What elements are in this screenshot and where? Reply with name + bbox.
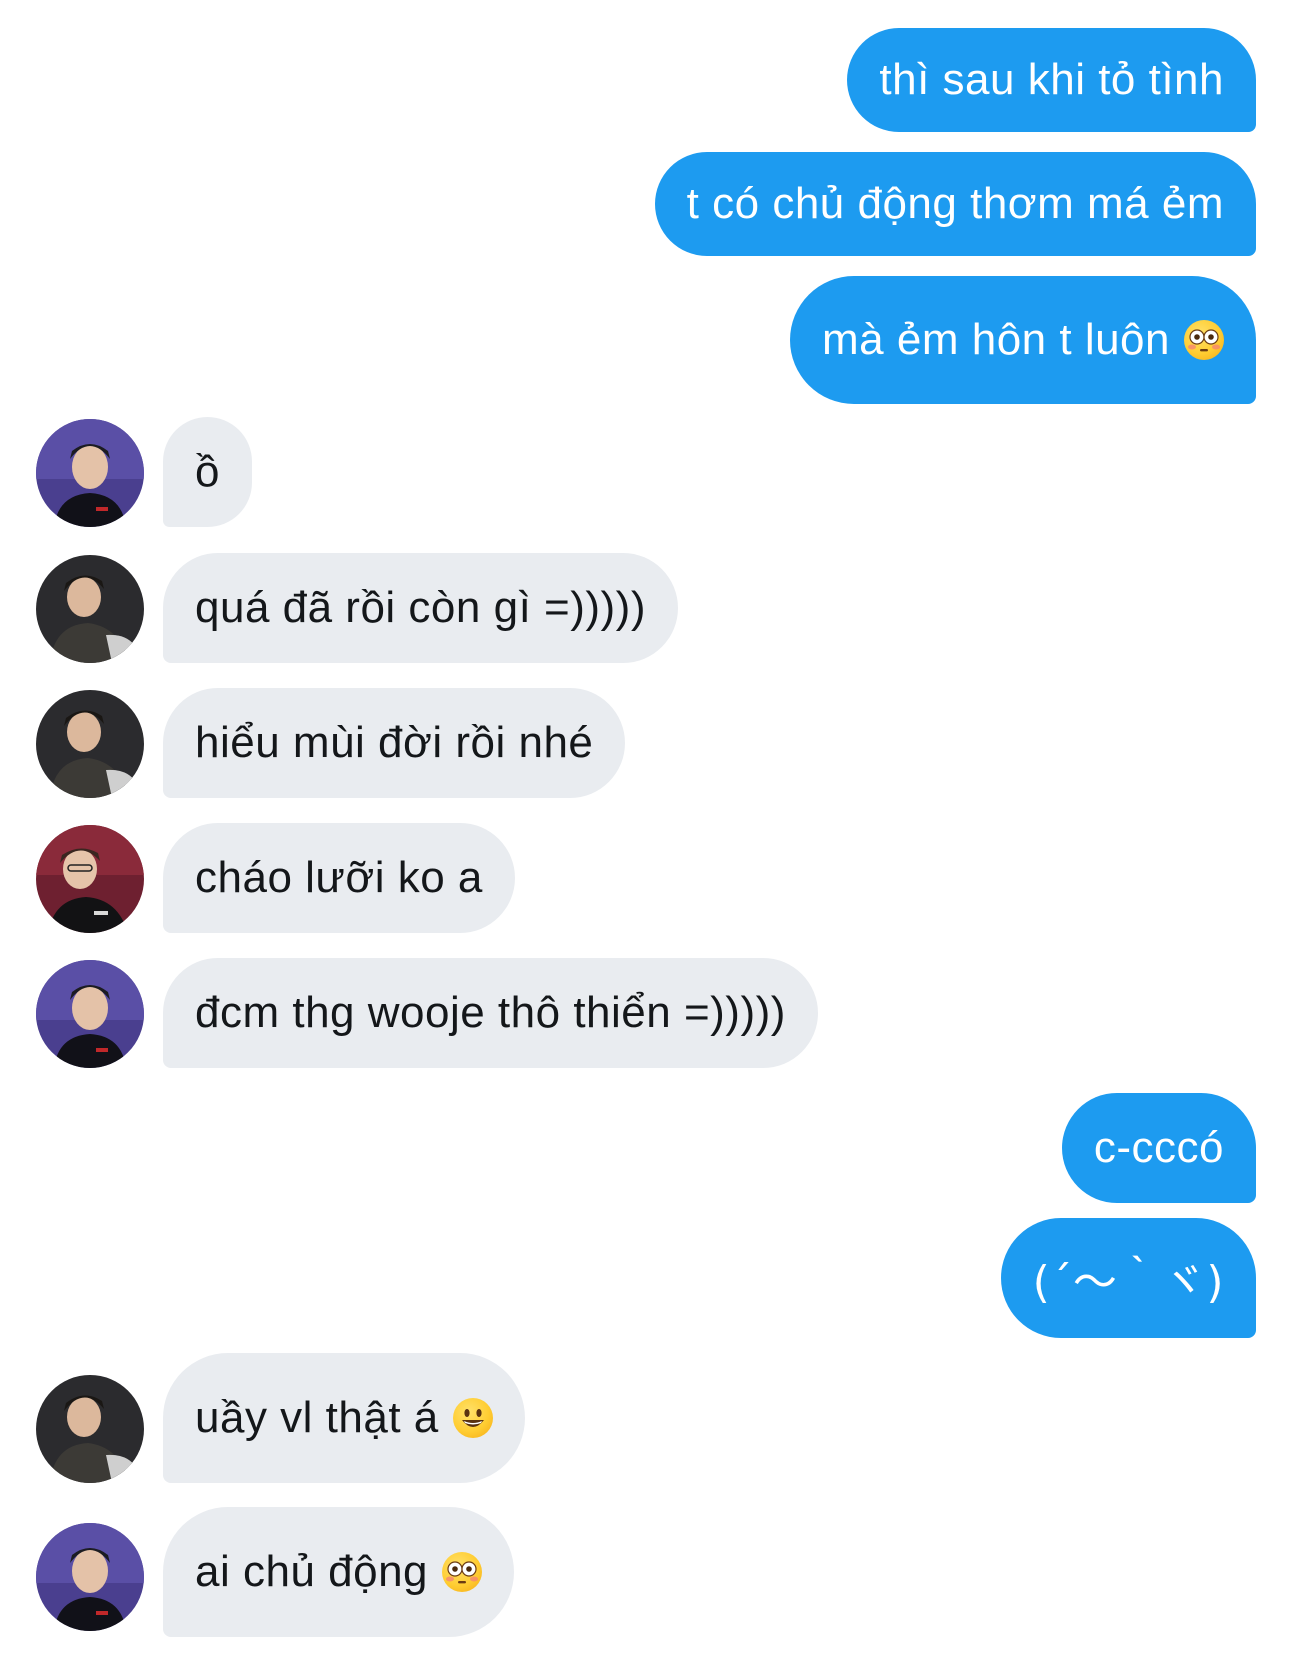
message-text: t có chủ động thơm má ẻm xyxy=(686,179,1224,228)
flushed-face-icon xyxy=(1184,320,1224,360)
message-text: cháo lưỡi ko a xyxy=(195,853,483,902)
avatar[interactable] xyxy=(36,419,144,527)
message-text: (´〜｀ヾ) xyxy=(1032,1257,1224,1308)
chat-thread: thì sau khi tỏ tình t có chủ động thơm m… xyxy=(0,0,1290,1653)
message-bubble-outgoing[interactable]: c-cccó xyxy=(1061,1093,1256,1203)
avatar[interactable] xyxy=(36,825,144,933)
message-text: đcm thg wooje thô thiển =))))) xyxy=(195,988,786,1037)
message-bubble-outgoing[interactable]: mà ẻm hôn t luôn xyxy=(790,276,1256,404)
message-text: uầy vl thật á xyxy=(195,1393,439,1442)
message-bubble-outgoing[interactable]: (´〜｀ヾ) xyxy=(1000,1218,1256,1338)
message-bubble-incoming[interactable]: cháo lưỡi ko a xyxy=(163,823,515,933)
message-bubble-incoming[interactable]: đcm thg wooje thô thiển =))))) xyxy=(163,958,818,1068)
message-text: ai chủ động xyxy=(195,1547,429,1596)
message-text: thì sau khi tỏ tình xyxy=(879,55,1224,104)
smiley-face-icon xyxy=(452,1398,493,1438)
message-bubble-incoming[interactable]: ồ xyxy=(163,417,252,527)
avatar[interactable] xyxy=(36,960,144,1068)
message-bubble-incoming[interactable]: uầy vl thật á xyxy=(163,1353,525,1483)
message-text: c-cccó xyxy=(1093,1123,1224,1172)
avatar[interactable] xyxy=(36,1523,144,1631)
message-bubble-incoming[interactable]: quá đã rồi còn gì =))))) xyxy=(163,553,678,663)
message-text: hiểu mùi đời rồi nhé xyxy=(195,718,594,767)
avatar[interactable] xyxy=(36,690,144,798)
message-text: mà ẻm hôn t luôn xyxy=(822,315,1170,364)
avatar[interactable] xyxy=(36,1375,144,1483)
message-bubble-incoming[interactable]: hiểu mùi đời rồi nhé xyxy=(163,688,626,798)
avatar[interactable] xyxy=(36,555,144,663)
message-text: quá đã rồi còn gì =))))) xyxy=(195,583,646,632)
flushed-face-icon xyxy=(442,1552,483,1592)
message-bubble-outgoing[interactable]: t có chủ động thơm má ẻm xyxy=(654,152,1256,256)
message-bubble-incoming[interactable]: ai chủ động xyxy=(163,1507,515,1637)
message-bubble-outgoing[interactable]: thì sau khi tỏ tình xyxy=(847,28,1256,132)
message-text: ồ xyxy=(195,447,220,496)
